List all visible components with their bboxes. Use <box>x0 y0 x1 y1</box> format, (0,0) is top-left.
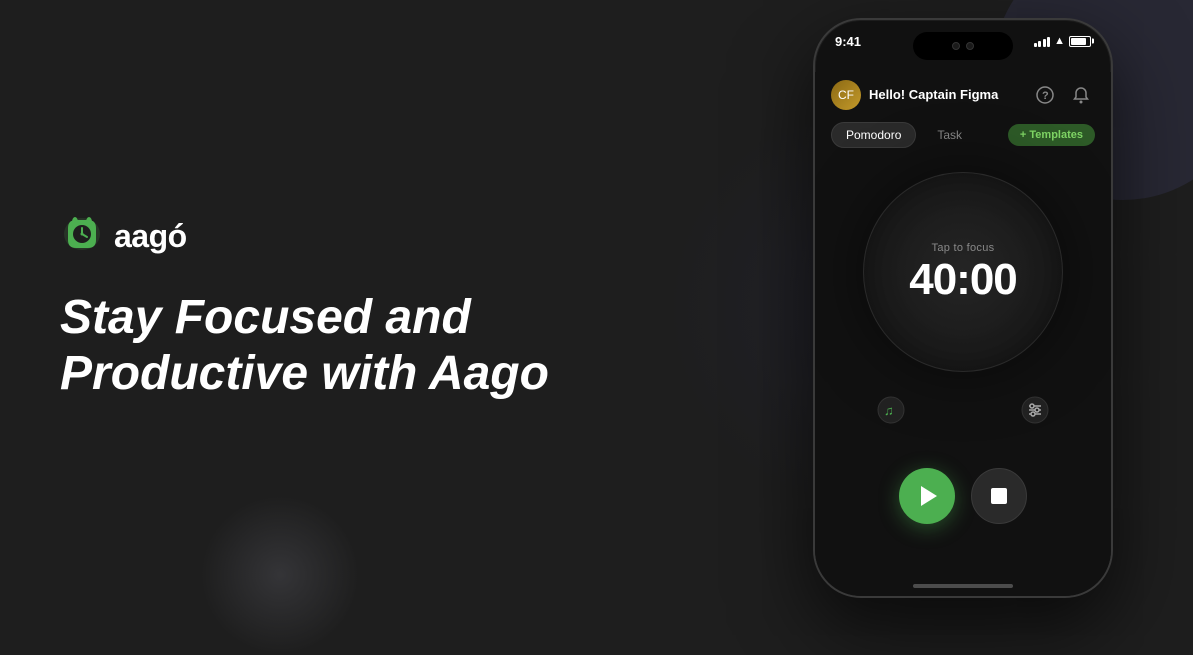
right-section: 9:41 ▲ CF Hell <box>813 20 1113 595</box>
phone-screen: CF Hello! Captain Figma ? <box>815 72 1111 596</box>
timer-display: 40:00 <box>909 258 1017 302</box>
templates-label: + Templates <box>1020 129 1083 141</box>
home-indicator <box>913 584 1013 588</box>
greeting-prefix: Hello! <box>869 87 905 102</box>
dynamic-island <box>913 32 1013 60</box>
timer-section: Tap to focus 40:00 ♫ <box>831 172 1095 524</box>
logo-container: aagó <box>60 214 640 258</box>
tap-to-focus-label: Tap to focus <box>932 242 995 254</box>
tab-task[interactable]: Task <box>922 122 977 148</box>
action-buttons <box>899 468 1027 524</box>
headline: Stay Focused and Productive with Aago <box>60 290 560 400</box>
left-section: aagó Stay Focused and Productive with Aa… <box>60 0 640 615</box>
username: Captain Figma <box>909 87 999 102</box>
play-button[interactable] <box>899 468 955 524</box>
header-actions: ? <box>1031 81 1095 109</box>
greeting-text: Hello! Captain Figma <box>869 87 998 102</box>
settings-button[interactable] <box>1017 392 1053 428</box>
headline-line2: Productive with Aago <box>60 346 560 401</box>
status-time: 9:41 <box>835 34 861 49</box>
signal-bar-2 <box>1038 41 1041 47</box>
wifi-icon: ▲ <box>1054 35 1065 47</box>
logo-text: aagó <box>114 218 187 255</box>
headline-line1: Stay Focused and <box>60 290 560 345</box>
svg-text:♫: ♫ <box>884 403 894 418</box>
timer-circle-container[interactable]: Tap to focus 40:00 <box>863 172 1063 372</box>
timer-controls: ♫ <box>863 392 1063 428</box>
phone-frame: 9:41 ▲ CF Hell <box>813 18 1113 598</box>
avatar: CF <box>831 80 861 110</box>
stop-icon <box>991 488 1007 504</box>
signal-bar-3 <box>1043 39 1046 47</box>
tabs-row: Pomodoro Task + Templates <box>831 122 1095 148</box>
signal-bars-icon <box>1034 36 1051 47</box>
aago-logo-icon <box>60 214 104 258</box>
battery-icon <box>1069 36 1091 47</box>
stop-button[interactable] <box>971 468 1027 524</box>
battery-fill <box>1071 38 1086 45</box>
timer-circle[interactable]: Tap to focus 40:00 <box>863 172 1063 372</box>
app-header: CF Hello! Captain Figma ? <box>831 72 1095 122</box>
signal-bar-4 <box>1047 37 1050 47</box>
user-greeting: CF Hello! Captain Figma <box>831 80 998 110</box>
play-icon <box>921 486 937 506</box>
status-icons: ▲ <box>1034 35 1091 47</box>
camera-dot <box>952 42 960 50</box>
templates-button[interactable]: + Templates <box>1008 124 1095 146</box>
svg-text:?: ? <box>1042 90 1049 102</box>
notification-icon-button[interactable] <box>1067 81 1095 109</box>
signal-bar-1 <box>1034 43 1037 47</box>
camera-dot-2 <box>966 42 974 50</box>
music-button[interactable]: ♫ <box>873 392 909 428</box>
help-icon-button[interactable]: ? <box>1031 81 1059 109</box>
tab-pomodoro[interactable]: Pomodoro <box>831 122 916 148</box>
